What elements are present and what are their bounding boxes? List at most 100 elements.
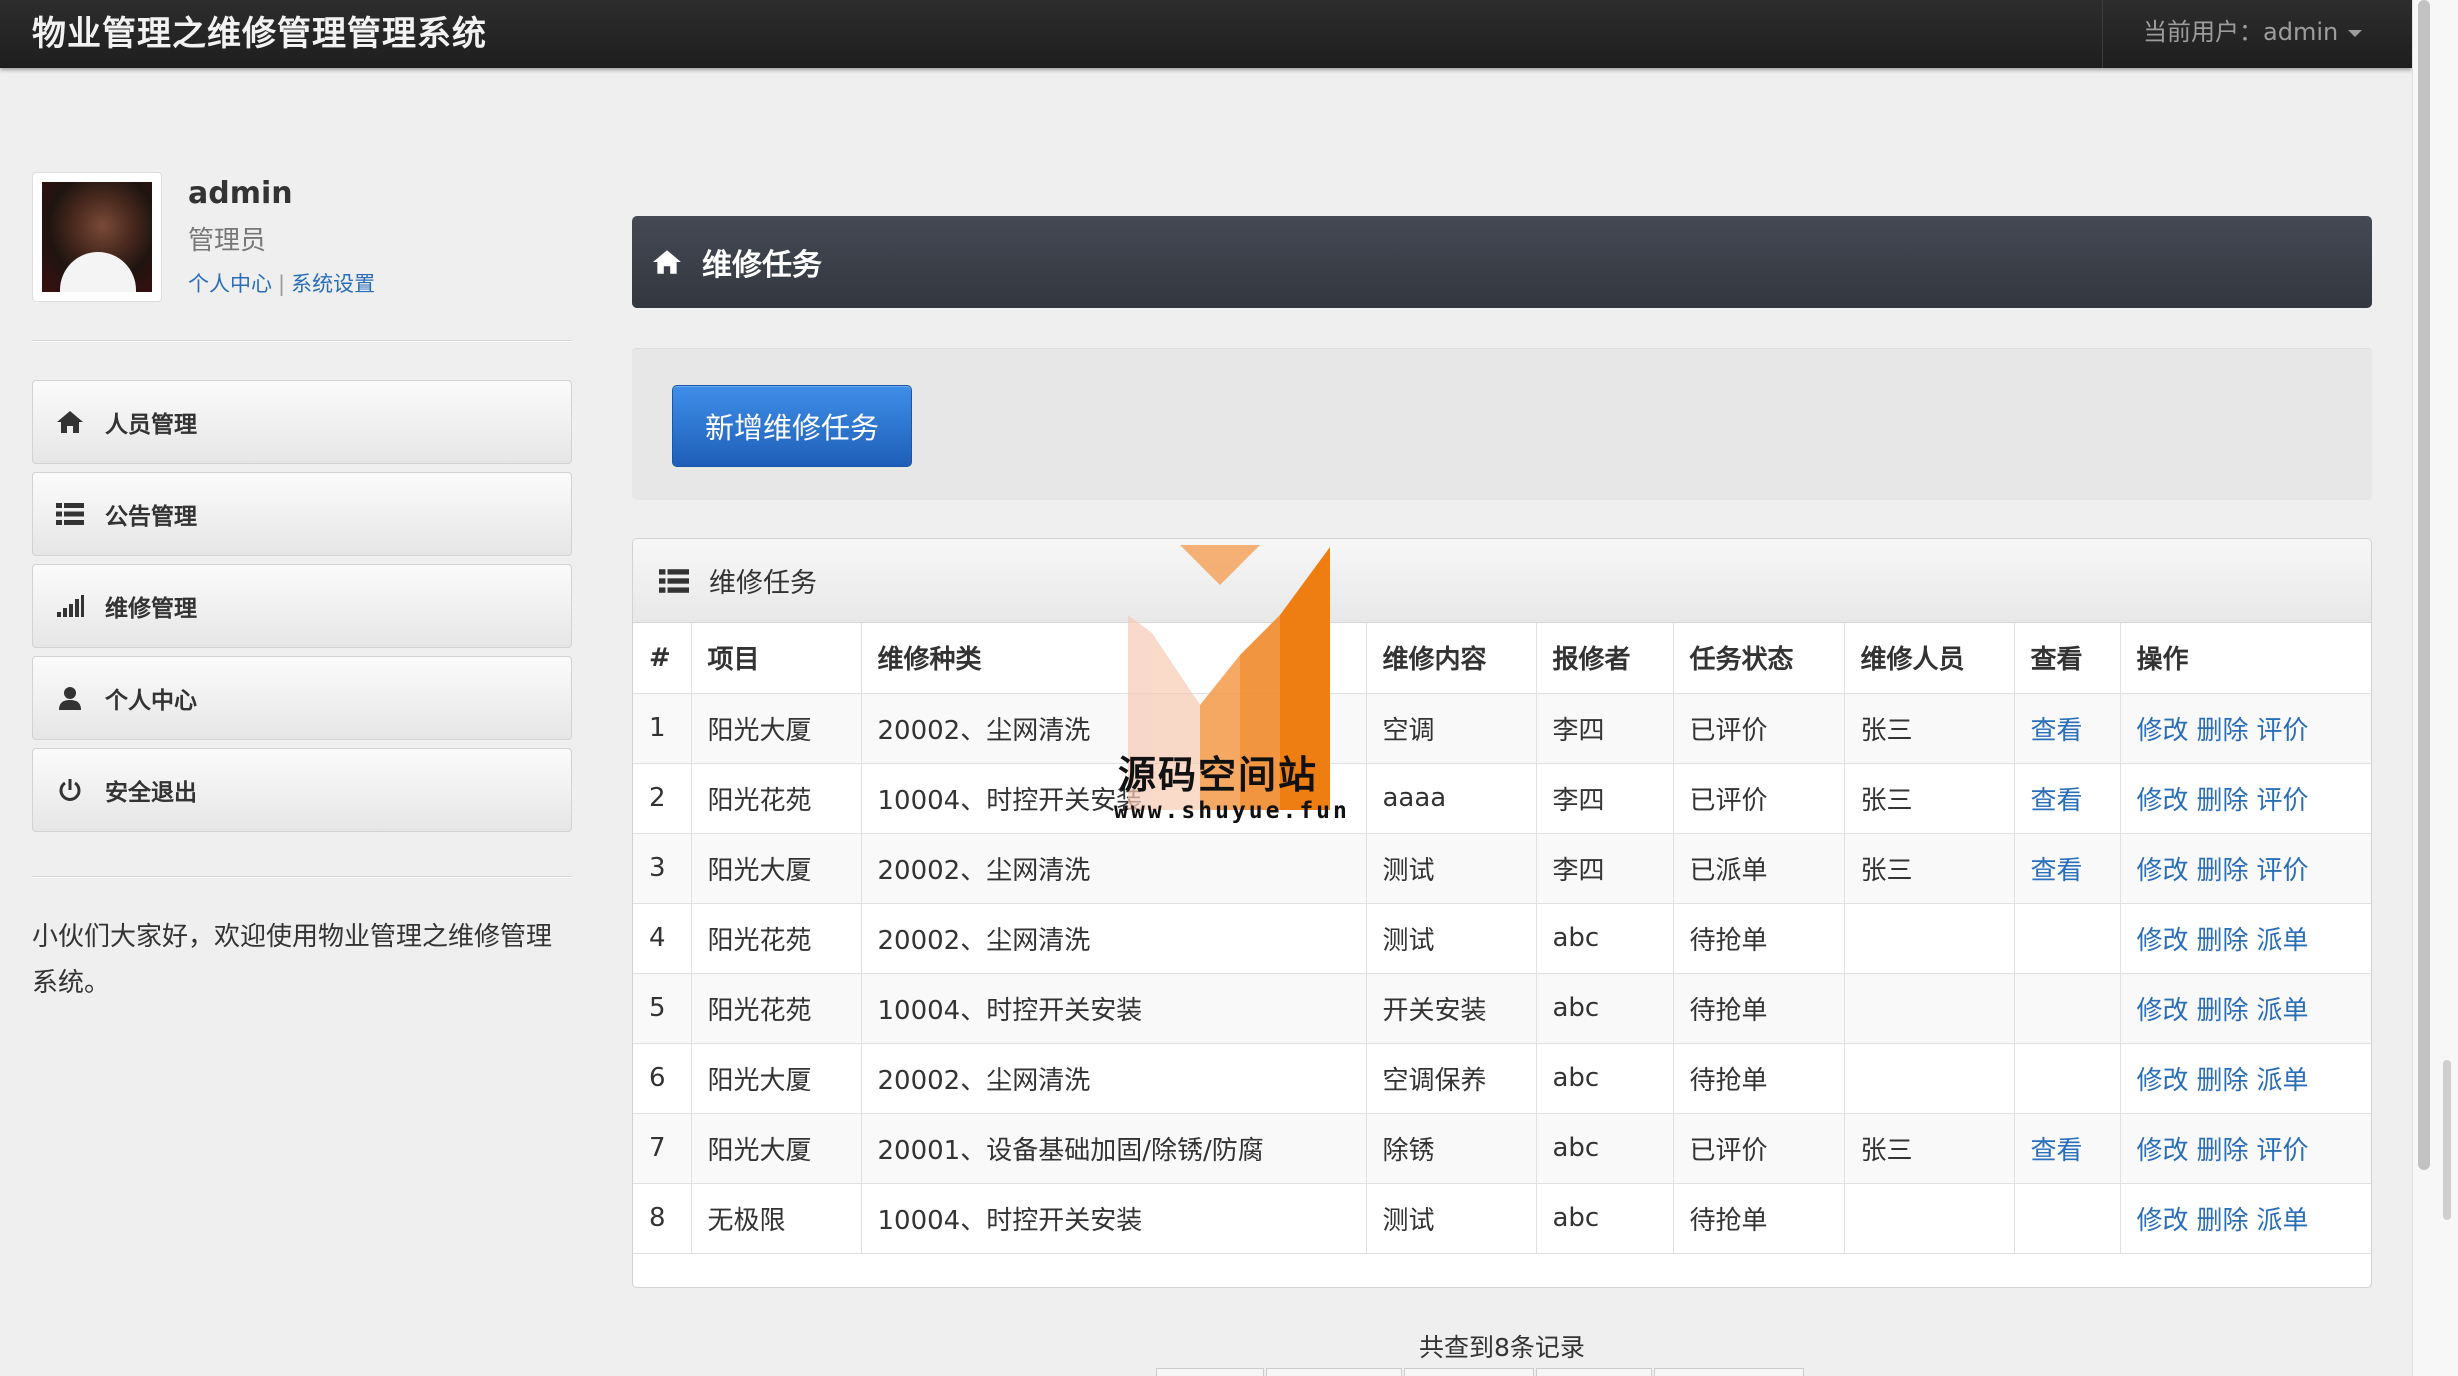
pagination-button[interactable] xyxy=(1536,1368,1652,1376)
pagination-button[interactable] xyxy=(1404,1368,1534,1376)
cell-reporter: abc xyxy=(1536,1183,1674,1254)
watermark-title: 源码空间站 xyxy=(1118,753,1319,797)
sidebar-menu: 人员管理 公告管理 维修管理 个人中心 安全退出 xyxy=(32,380,572,840)
cell-content: 开关安装 xyxy=(1366,973,1537,1044)
sidebar-item-maintenance[interactable]: 维修管理 xyxy=(32,564,572,648)
delete-link[interactable]: 删除 xyxy=(2197,786,2249,816)
cell-status: 已评价 xyxy=(1673,763,1845,834)
cell-project: 阳光花苑 xyxy=(691,903,862,974)
sidebar-item-personnel[interactable]: 人员管理 xyxy=(32,380,572,464)
avatar xyxy=(32,172,162,302)
record-count: 共查到8条记录 xyxy=(1419,1333,1585,1362)
cell-content: 除锈 xyxy=(1366,1113,1537,1184)
edit-link[interactable]: 修改 xyxy=(2137,1136,2189,1166)
pagination-button[interactable] xyxy=(1156,1368,1264,1376)
table-header-row: # 项目 维修种类 维修内容 报修者 任务状态 维修人员 查看 操作 xyxy=(633,623,2371,694)
cell-id: 1 xyxy=(633,693,692,764)
home-icon xyxy=(652,248,682,276)
delete-link[interactable]: 删除 xyxy=(2197,996,2249,1026)
cell-type: 10004、时控开关安装 xyxy=(861,1183,1367,1254)
edit-link[interactable]: 修改 xyxy=(2137,1066,2189,1096)
sidebar-item-announcements[interactable]: 公告管理 xyxy=(32,472,572,556)
cell-type: 10004、时控开关安装 xyxy=(861,973,1367,1044)
pagination-button[interactable] xyxy=(1266,1368,1402,1376)
scrollbar-thumb[interactable] xyxy=(2418,0,2430,1170)
dispatch-link[interactable]: 派单 xyxy=(2257,926,2309,956)
delete-link[interactable]: 删除 xyxy=(2197,1206,2249,1236)
edit-link[interactable]: 修改 xyxy=(2137,996,2189,1026)
dispatch-link[interactable]: 派单 xyxy=(2257,1206,2309,1236)
view-link[interactable]: 查看 xyxy=(2031,856,2083,886)
profile-role: 管理员 xyxy=(188,226,267,256)
rate-link[interactable]: 评价 xyxy=(2257,856,2309,886)
delete-link[interactable]: 删除 xyxy=(2197,1136,2249,1166)
profile-links: 个人中心 | 系统设置 xyxy=(188,268,375,298)
cell-project: 无极限 xyxy=(691,1183,862,1254)
system-settings-link[interactable]: 系统设置 xyxy=(291,272,375,296)
cell-worker: 张三 xyxy=(1844,1113,2015,1184)
edit-link[interactable]: 修改 xyxy=(2137,1206,2189,1236)
cell-type: 20002、尘网清洗 xyxy=(861,903,1367,974)
watermark-url: www.shuyue.fun xyxy=(1114,798,1350,824)
cell-actions: 修改 删除 评价 xyxy=(2120,693,2371,764)
cell-status: 待抢单 xyxy=(1673,1043,1845,1114)
personal-center-link[interactable]: 个人中心 xyxy=(188,272,272,296)
table-row: 4 阳光花苑 20002、尘网清洗 测试 abc 待抢单 修改 删除 派单 xyxy=(633,903,2371,974)
cell-type: 20002、尘网清洗 xyxy=(861,833,1367,904)
column-header: 任务状态 xyxy=(1673,623,1845,694)
sidebar-item-personal-center[interactable]: 个人中心 xyxy=(32,656,572,740)
edit-link[interactable]: 修改 xyxy=(2137,926,2189,956)
rate-link[interactable]: 评价 xyxy=(2257,1136,2309,1166)
link-separator: | xyxy=(278,272,286,296)
delete-link[interactable]: 删除 xyxy=(2197,716,2249,746)
cell-reporter: abc xyxy=(1536,973,1674,1044)
cell-view: 查看 xyxy=(2014,833,2121,904)
view-link[interactable]: 查看 xyxy=(2031,1136,2083,1166)
scrollbar-thumb-secondary[interactable] xyxy=(2443,1060,2451,1220)
view-link[interactable]: 查看 xyxy=(2031,786,2083,816)
rate-link[interactable]: 评价 xyxy=(2257,786,2309,816)
cell-project: 阳光大厦 xyxy=(691,1113,862,1184)
delete-link[interactable]: 删除 xyxy=(2197,926,2249,956)
add-maintenance-task-button[interactable]: 新增维修任务 xyxy=(672,385,912,467)
page-title: 维修任务 xyxy=(702,248,822,283)
table-row: 8 无极限 10004、时控开关安装 测试 abc 待抢单 修改 删除 派单 xyxy=(633,1183,2371,1254)
delete-link[interactable]: 删除 xyxy=(2197,856,2249,886)
column-header: 维修内容 xyxy=(1366,623,1537,694)
sidebar-divider xyxy=(32,340,572,342)
edit-link[interactable]: 修改 xyxy=(2137,716,2189,746)
sidebar-item-logout[interactable]: 安全退出 xyxy=(32,748,572,832)
panel-header: 维修任务 xyxy=(633,539,2371,623)
pagination-button[interactable] xyxy=(1654,1368,1804,1376)
edit-link[interactable]: 修改 xyxy=(2137,786,2189,816)
rate-link[interactable]: 评价 xyxy=(2257,716,2309,746)
home-icon xyxy=(55,407,85,437)
dispatch-link[interactable]: 派单 xyxy=(2257,1066,2309,1096)
column-header: 报修者 xyxy=(1536,623,1674,694)
delete-link[interactable]: 删除 xyxy=(2197,1066,2249,1096)
cell-project: 阳光大厦 xyxy=(691,1043,862,1114)
current-user-dropdown[interactable]: 当前用户：admin xyxy=(2102,0,2412,68)
cell-type: 20002、尘网清洗 xyxy=(861,1043,1367,1114)
cell-project: 阳光大厦 xyxy=(691,693,862,764)
cell-content: aaaa xyxy=(1366,763,1537,834)
cell-worker xyxy=(1844,1043,2015,1114)
cell-worker xyxy=(1844,973,2015,1044)
caret-down-icon xyxy=(2348,29,2363,37)
cell-content: 空调 xyxy=(1366,693,1537,764)
cell-view xyxy=(2014,973,2121,1044)
edit-link[interactable]: 修改 xyxy=(2137,856,2189,886)
tasks-table: # 项目 维修种类 维修内容 报修者 任务状态 维修人员 查看 操作 1 阳光大厦… xyxy=(633,623,2371,1254)
cell-status: 已派单 xyxy=(1673,833,1845,904)
cell-id: 4 xyxy=(633,903,692,974)
cell-worker: 张三 xyxy=(1844,763,2015,834)
cell-reporter: abc xyxy=(1536,1113,1674,1184)
view-link[interactable]: 查看 xyxy=(2031,716,2083,746)
cell-actions: 修改 删除 派单 xyxy=(2120,903,2371,974)
cell-actions: 修改 删除 派单 xyxy=(2120,973,2371,1044)
cell-view: 查看 xyxy=(2014,763,2121,834)
avatar-image xyxy=(42,182,152,292)
cell-content: 测试 xyxy=(1366,1183,1537,1254)
dispatch-link[interactable]: 派单 xyxy=(2257,996,2309,1026)
cell-project: 阳光花苑 xyxy=(691,763,862,834)
